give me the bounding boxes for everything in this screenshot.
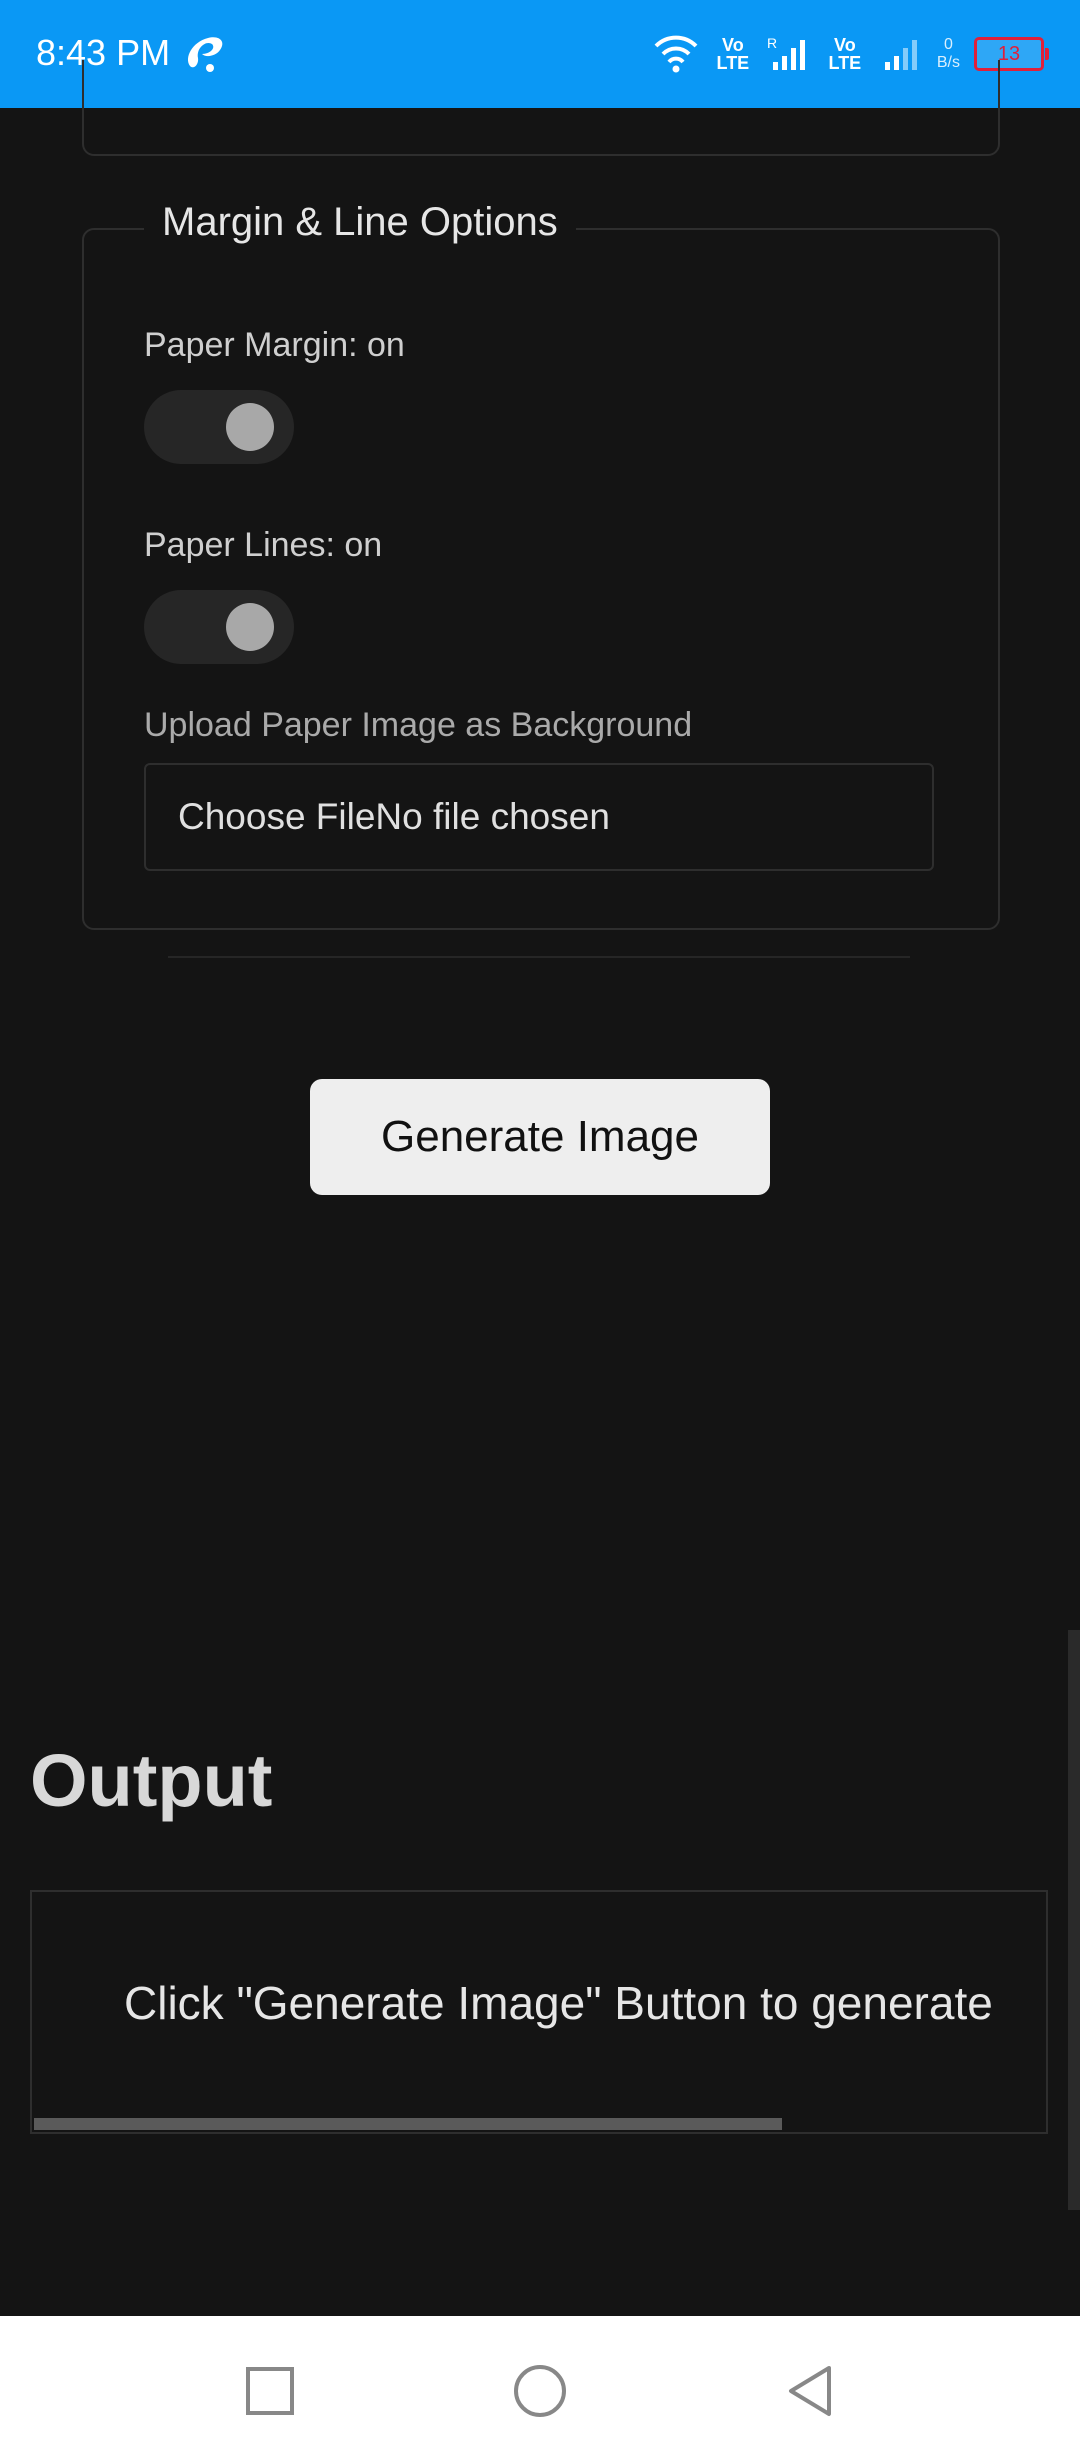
home-circle-icon[interactable] (513, 2364, 567, 2418)
roaming-indicator: R (767, 36, 777, 51)
section-legend: Margin & Line Options (144, 200, 576, 245)
output-heading: Output (30, 1739, 273, 1822)
upload-background-label: Upload Paper Image as Background (144, 706, 693, 744)
output-placeholder: Click "Generate Image" Button to generat… (124, 1977, 993, 2029)
recents-square-icon[interactable] (243, 2364, 297, 2418)
toggle-knob (226, 403, 274, 451)
generate-image-button[interactable]: Generate Image (310, 1079, 770, 1195)
paper-margin-toggle[interactable] (144, 390, 294, 464)
toggle-knob (226, 603, 274, 651)
vertical-scrollbar[interactable] (1068, 1630, 1080, 2210)
speed-value: 0 (943, 36, 953, 53)
previous-section-border (82, 60, 1000, 156)
output-container[interactable]: Click "Generate Image" Button to generat… (30, 1890, 1048, 2134)
paper-lines-label: Paper Lines: on (144, 526, 383, 564)
paper-image-file-input[interactable]: Choose FileNo file chosen (144, 763, 934, 871)
navigation-bar (0, 2316, 1080, 2460)
divider (168, 956, 910, 958)
file-input-text: Choose FileNo file chosen (178, 796, 610, 837)
paper-lines-toggle[interactable] (144, 590, 294, 664)
battery-level: 13 (997, 42, 1021, 65)
horizontal-scrollbar[interactable] (34, 2118, 782, 2130)
paper-margin-label: Paper Margin: on (144, 326, 405, 364)
back-triangle-icon[interactable] (783, 2364, 837, 2418)
